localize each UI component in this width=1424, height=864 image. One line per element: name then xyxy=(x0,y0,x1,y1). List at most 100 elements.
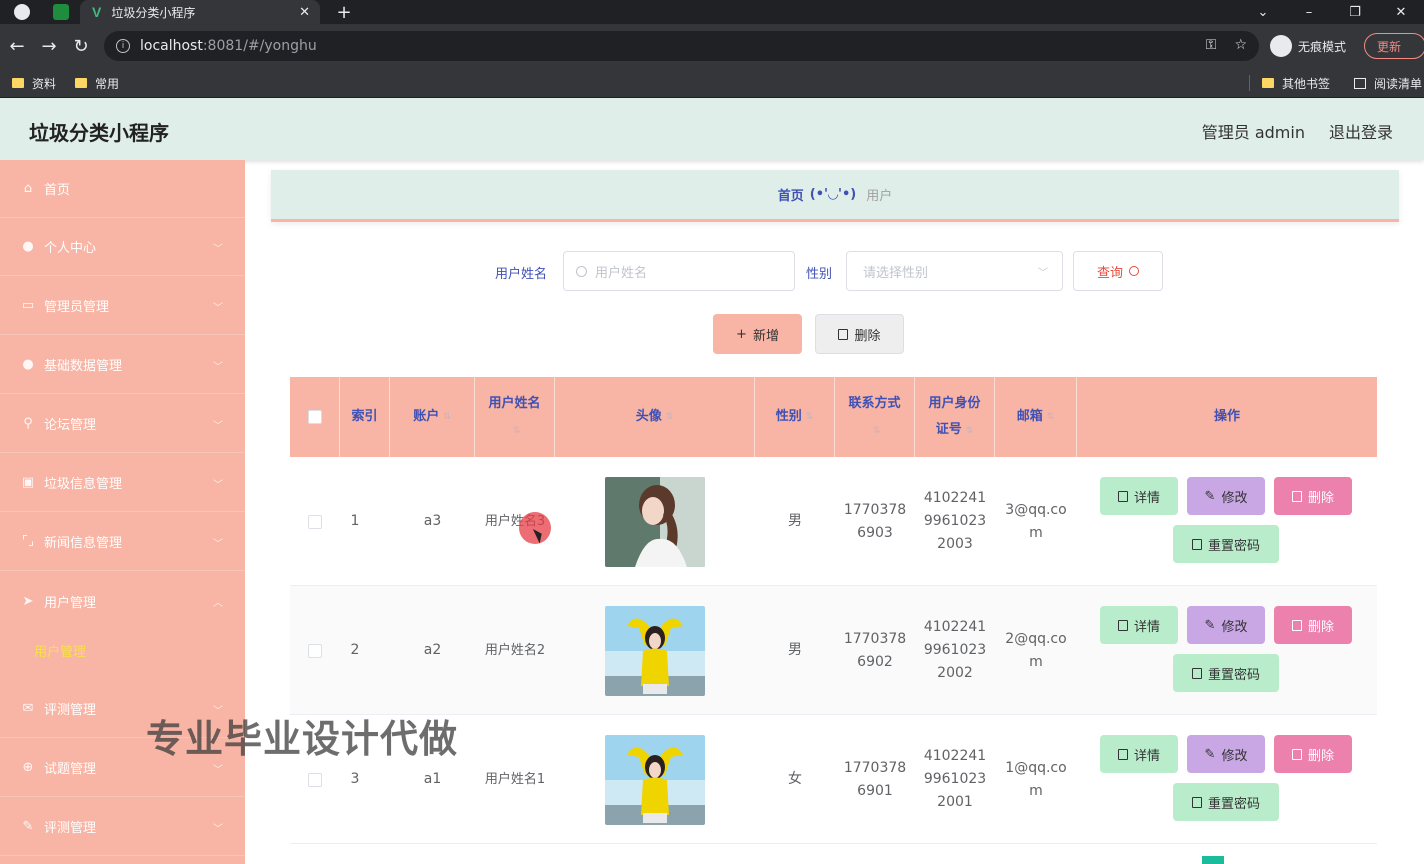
browser-toolbar: ← → ↻ i localhost:8081/#/yonghu ⚿ ☆ 无痕模式… xyxy=(0,24,1424,68)
forward-icon[interactable]: → xyxy=(37,34,61,58)
key-icon[interactable]: ⚿ xyxy=(1206,37,1217,53)
add-button[interactable]: + 新增 xyxy=(713,314,802,354)
col-index: 索引 xyxy=(340,377,390,457)
reset-password-button[interactable]: 重置密码 xyxy=(1173,783,1279,821)
col-ops: 操作 xyxy=(1077,377,1377,457)
query-label: 查询 xyxy=(1096,265,1123,281)
row-select-cell xyxy=(290,457,340,586)
close-window-icon[interactable]: ✕ xyxy=(1378,0,1424,24)
detail-button[interactable]: 详情 xyxy=(1100,735,1178,773)
browser-globe-icon xyxy=(14,4,30,20)
pagination-current-page[interactable] xyxy=(1202,856,1224,864)
sidebar-item-evaluation-2[interactable]: ✎ 评测管理 ﹀ xyxy=(0,798,245,856)
back-icon[interactable]: ← xyxy=(5,34,29,58)
query-button[interactable]: 查询 xyxy=(1073,251,1163,291)
bookmark-folder-1[interactable]: 常用 xyxy=(75,73,119,93)
bookmark-other[interactable]: 其他书签 xyxy=(1262,73,1330,93)
sort-icon[interactable]: ⇅ xyxy=(666,404,674,430)
sidebar-item-users[interactable]: ➤ 用户管理 ︿ xyxy=(0,572,245,630)
row-actions: 详情 ✎ 修改 删除 重置密码 xyxy=(1077,586,1377,715)
tab-search-icon[interactable]: ⌄ xyxy=(1240,0,1286,24)
chevron-down-icon: ﹀ xyxy=(213,480,223,491)
sidebar-item-admins[interactable]: ▭ 管理员管理 ﹀ xyxy=(0,277,245,335)
col-phone[interactable]: 联系方式 ⇅ xyxy=(835,377,915,457)
browser-tab-active[interactable]: V 垃圾分类小程序 ✕ xyxy=(80,0,320,24)
cell-name: 用户姓名1 xyxy=(484,772,546,787)
sort-icon[interactable]: ⇅ xyxy=(806,404,814,430)
logout-link[interactable]: 退出登录 xyxy=(1329,119,1393,143)
sidebar-item-home[interactable]: ⌂ 首页 xyxy=(0,160,245,218)
bookmark-label: 资料 xyxy=(32,76,57,91)
site-info-icon[interactable]: i xyxy=(116,39,130,53)
gender-select[interactable]: 请选择性别 ﹀ xyxy=(846,251,1063,291)
sort-icon[interactable]: ⇅ xyxy=(1047,404,1055,430)
delete-label: 删除 xyxy=(1307,748,1334,764)
cell-idcard: 410224199610232002 xyxy=(923,619,987,681)
col-index-label: 索引 xyxy=(351,409,378,424)
sidebar-item-garbage[interactable]: ▣ 垃圾信息管理 ﹀ xyxy=(0,454,245,512)
delete-button[interactable]: 删除 xyxy=(1274,735,1352,773)
delete-button[interactable]: 删除 xyxy=(1274,477,1352,515)
trash-icon xyxy=(838,328,849,340)
sidebar-item-forum[interactable]: ⚲ 论坛管理 ﹀ xyxy=(0,395,245,453)
minimize-icon[interactable]: – xyxy=(1286,0,1332,24)
row-checkbox[interactable] xyxy=(308,643,322,658)
app-title: 垃圾分类小程序 xyxy=(29,121,169,145)
chevron-down-icon: ﹀ xyxy=(213,244,223,255)
address-bar[interactable]: i localhost:8081/#/yonghu ⚿ ☆ xyxy=(104,31,1259,61)
col-account[interactable]: 账户 ⇅ xyxy=(390,377,475,457)
bookmark-reading-list[interactable]: 阅读清单 xyxy=(1354,73,1422,93)
col-name[interactable]: 用户姓名 ⇅ xyxy=(475,377,555,457)
avatar[interactable] xyxy=(605,734,705,825)
cell-index: 2 xyxy=(350,642,360,658)
sort-icon[interactable]: ⇅ xyxy=(873,426,881,436)
sidebar-subitem-users[interactable]: 用户管理 xyxy=(0,623,245,673)
send-icon: ➤ xyxy=(22,593,34,609)
breadcrumb-home[interactable]: 首页 xyxy=(778,185,804,204)
search-gender-label: 性别 xyxy=(806,267,833,282)
tab-close-icon[interactable]: ✕ xyxy=(299,5,310,20)
chevron-down-icon: ﹀ xyxy=(213,765,223,776)
col-gender[interactable]: 性别 ⇅ xyxy=(755,377,835,457)
sidebar-item-profile[interactable]: ● 个人中心 ﹀ xyxy=(0,218,245,276)
incognito-indicator[interactable]: 无痕模式 xyxy=(1270,32,1346,60)
sidebar-item-news[interactable]: ⌜⌟ 新闻信息管理 ﹀ xyxy=(0,513,245,571)
avatar[interactable] xyxy=(605,476,705,567)
batch-delete-button[interactable]: 删除 xyxy=(815,314,904,354)
restore-icon[interactable]: ❐ xyxy=(1332,0,1378,24)
col-email[interactable]: 邮箱 ⇅ xyxy=(995,377,1077,457)
sheets-tab-icon[interactable] xyxy=(53,4,69,20)
col-idcard[interactable]: 用户身份证号 ⇅ xyxy=(915,377,995,457)
sort-icon[interactable]: ⇅ xyxy=(513,426,521,436)
bookmark-folder-0[interactable]: 资料 xyxy=(12,73,56,93)
col-ops-label: 操作 xyxy=(1213,409,1240,424)
delete-button[interactable]: 删除 xyxy=(1274,606,1352,644)
select-all-checkbox[interactable] xyxy=(307,410,322,424)
sort-icon[interactable]: ⇅ xyxy=(966,426,974,436)
edit-button[interactable]: ✎ 修改 xyxy=(1187,735,1265,773)
detail-button[interactable]: 详情 xyxy=(1100,477,1178,515)
globe-icon: ⊕ xyxy=(22,760,34,775)
avatar[interactable] xyxy=(605,605,705,696)
sidebar-item-basic-data[interactable]: ● 基础数据管理 ﹀ xyxy=(0,336,245,394)
detail-button[interactable]: 详情 xyxy=(1100,606,1178,644)
reset-password-button[interactable]: 重置密码 xyxy=(1173,654,1279,692)
reload-icon[interactable]: ↻ xyxy=(69,34,93,58)
search-name-input[interactable]: 用户姓名 xyxy=(563,251,795,291)
current-user: 管理员 admin xyxy=(1201,123,1305,142)
col-gender-label: 性别 xyxy=(775,409,802,424)
reset-label: 重置密码 xyxy=(1207,538,1260,554)
search-icon xyxy=(576,265,587,277)
col-avatar[interactable]: 头像 ⇅ xyxy=(555,377,755,457)
new-tab-icon[interactable]: + xyxy=(334,0,354,24)
row-checkbox[interactable] xyxy=(308,514,322,529)
reset-password-button[interactable]: 重置密码 xyxy=(1173,525,1279,563)
table-row: 1 a3 用户姓名3 男 17703786903 410224199610232… xyxy=(290,457,1377,586)
sort-icon[interactable]: ⇅ xyxy=(443,404,451,430)
update-button[interactable]: 更新 xyxy=(1364,33,1424,59)
chevron-down-icon: ﹀ xyxy=(213,421,223,432)
star-icon[interactable]: ☆ xyxy=(1234,37,1247,53)
edit-button[interactable]: ✎ 修改 xyxy=(1187,477,1265,515)
edit-button[interactable]: ✎ 修改 xyxy=(1187,606,1265,644)
row-checkbox[interactable] xyxy=(308,772,322,787)
